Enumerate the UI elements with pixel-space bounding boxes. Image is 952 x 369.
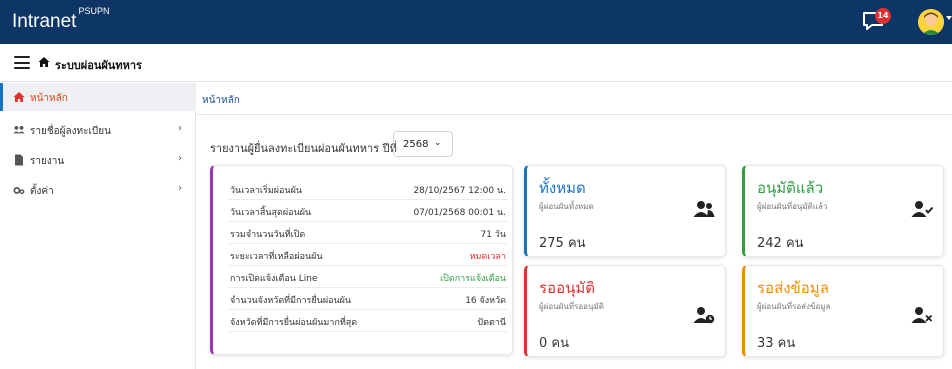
sidebar-item-label: รายชื่อผู้ลงทะเบียน — [30, 126, 111, 137]
stat-count: 242 คน — [757, 236, 804, 251]
sidebar-item-registrants[interactable]: รายชื่อผู้ลงทะเบียน › — [0, 116, 196, 144]
chevron-right-icon: › — [178, 123, 182, 134]
notification-badge: 14 — [875, 8, 891, 24]
sidebar-item-label: ตั้งค่า — [30, 186, 54, 197]
stat-subtitle: ผู้ผ่อนผันที่อนุมัติแล้ว — [757, 202, 828, 211]
sidebar: หน้าหลัก รายชื่อผู้ลงทะเบียน › รายงาน › … — [0, 83, 196, 369]
breadcrumb-home[interactable]: หน้าหลัก — [202, 93, 240, 108]
stat-card-awaiting-data[interactable]: รอส่งข้อมูล ผู้ผ่อนผันที่รอส่งข้อมูล 33 … — [742, 265, 944, 357]
info-row: วันเวลาเริ่มผ่อนผัน 28/10/2567 12:00 น. — [228, 178, 508, 200]
year-select-value: 2568 — [403, 139, 429, 150]
sidebar-item-label: หน้าหลัก — [30, 93, 68, 104]
users-icon — [693, 201, 715, 217]
stat-card-pending[interactable]: รออนุมัติ ผู้ผ่อนผันที่รออนุมัติ 0 คน — [524, 265, 726, 357]
gears-icon — [13, 187, 25, 195]
chevron-right-icon: › — [178, 183, 182, 194]
year-select[interactable]: 2568 ⌄ — [393, 131, 453, 157]
stat-subtitle: ผู้ผ่อนผันที่รอส่งข้อมูล — [757, 302, 831, 311]
sidebar-item-label: รายงาน — [30, 156, 65, 167]
stat-title: อนุมัติแล้ว — [757, 179, 824, 197]
home-icon — [13, 92, 25, 102]
stat-card-approved[interactable]: อนุมัติแล้ว ผู้ผ่อนผันที่อนุมัติแล้ว 242… — [742, 165, 944, 257]
brand-logo[interactable]: IntranetPSUPN — [12, 6, 109, 33]
info-row: การเปิดแจ้งเตือน Line เปิดการแจ้งเตือน — [228, 266, 508, 288]
info-row: รวมจำนวนวันที่เปิด 71 วัน — [228, 222, 508, 244]
chevron-right-icon: › — [178, 153, 182, 164]
info-row: จำนวนจังหวัดที่มีการยื่นผ่อนผัน 16 จังหวั… — [228, 288, 508, 310]
users-list-icon — [13, 125, 25, 134]
user-clock-icon — [693, 307, 715, 324]
system-title: ระบบผ่อนผันทหาร — [55, 59, 142, 72]
stat-count: 0 คน — [539, 336, 569, 351]
stat-title: รออนุมัติ — [539, 279, 595, 297]
breadcrumb: หน้าหลัก — [197, 83, 952, 115]
avatar-caret-icon[interactable] — [946, 16, 952, 20]
info-row: วันเวลาสิ้นสุดผ่อนผัน 07/01/2568 00:01 น. — [228, 200, 508, 222]
sidebar-item-settings[interactable]: ตั้งค่า › — [0, 176, 196, 204]
info-row: จังหวัดที่มีการยื่นผ่อนผันมากที่สุด ปัตตา… — [228, 310, 508, 332]
user-avatar[interactable] — [918, 9, 944, 35]
line-notify-status: เปิดการแจ้งเตือน — [440, 274, 506, 284]
stat-card-total[interactable]: ทั้งหมด ผู้ผ่อนผันทั้งหมด 275 คน — [524, 165, 726, 257]
report-heading: รายงานผู้ยื่นลงทะเบียนผ่อนผันทหาร ปีที่ — [210, 142, 397, 155]
file-icon — [15, 154, 23, 166]
stat-count: 33 คน — [757, 336, 796, 351]
sidebar-item-home[interactable]: หน้าหลัก — [0, 83, 196, 111]
user-xmark-icon — [911, 307, 933, 323]
stat-subtitle: ผู้ผ่อนผันทั้งหมด — [539, 202, 594, 211]
sidebar-item-report[interactable]: รายงาน › — [0, 146, 196, 174]
home-icon — [38, 57, 50, 67]
info-card: วันเวลาเริ่มผ่อนผัน 28/10/2567 12:00 น. ว… — [210, 165, 513, 355]
sub-header: ระบบผ่อนผันทหาร — [0, 44, 952, 82]
time-left-status: หมดเวลา — [469, 252, 506, 262]
menu-toggle-icon[interactable] — [14, 56, 30, 69]
stat-subtitle: ผู้ผ่อนผันที่รออนุมัติ — [539, 302, 604, 311]
user-check-icon — [911, 201, 933, 217]
stat-title: ทั้งหมด — [539, 179, 586, 197]
top-navbar: IntranetPSUPN 14 — [0, 0, 952, 44]
info-row: ระยะเวลาที่เหลือผ่อนผัน หมดเวลา — [228, 244, 508, 266]
chevron-down-icon: ⌄ — [434, 138, 442, 148]
stat-title: รอส่งข้อมูล — [757, 279, 829, 297]
stat-count: 275 คน — [539, 236, 586, 251]
